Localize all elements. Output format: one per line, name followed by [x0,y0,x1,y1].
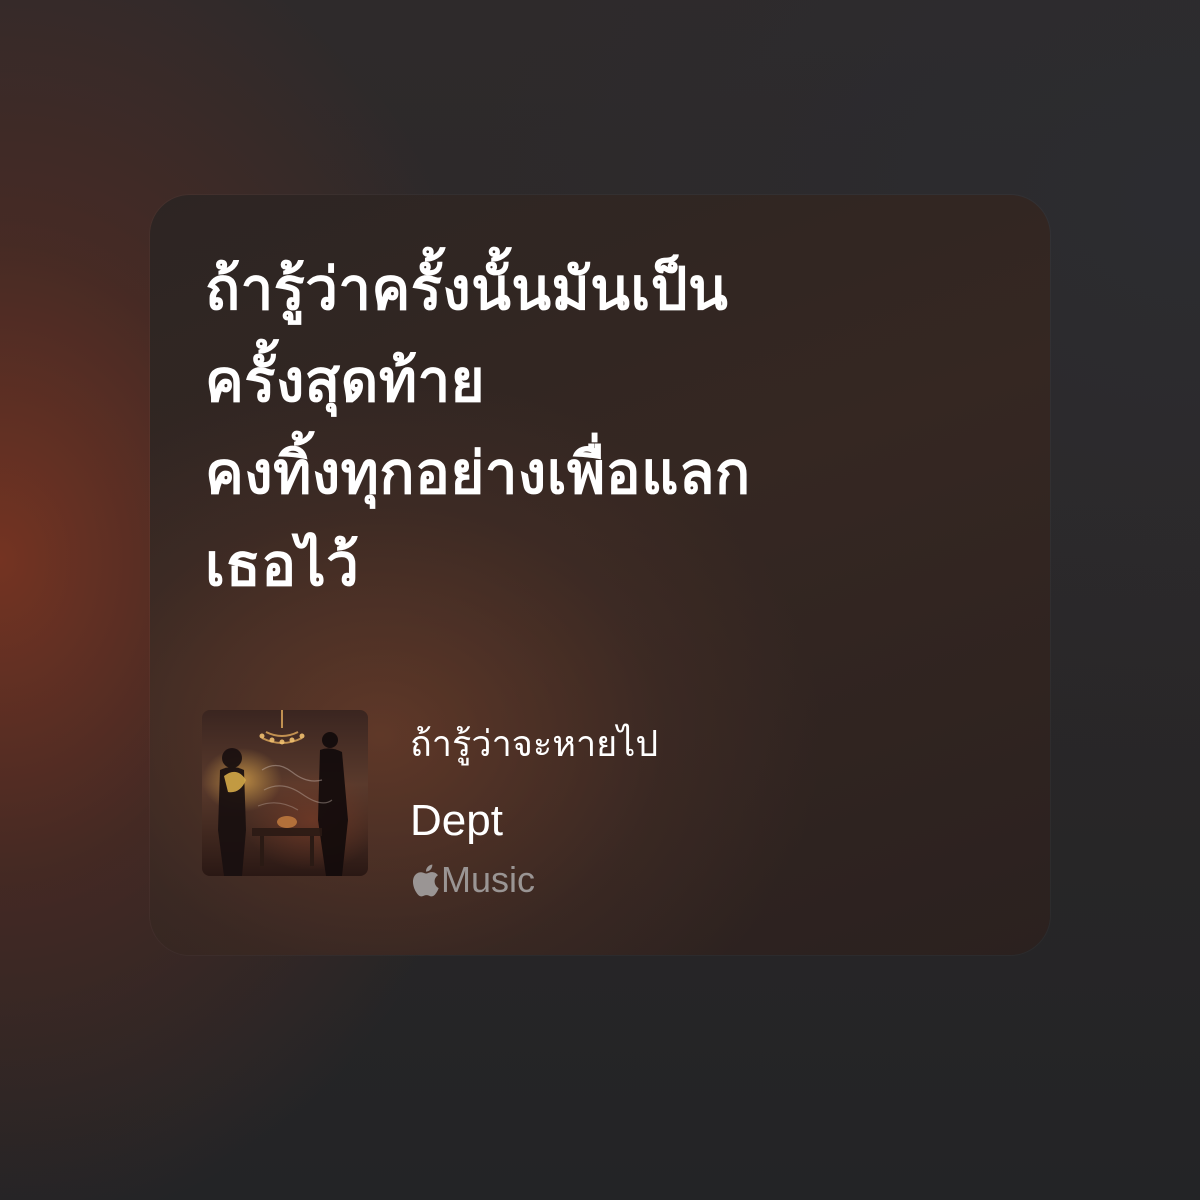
song-title: ถ้ารู้ว่าจะหายไป [410,724,659,765]
album-artwork-illustration [218,710,348,876]
lyric-line: ครั้งสุดท้าย [205,347,486,415]
service-label: Music [441,859,536,900]
lyric-line: ถ้ารู้ว่าครั้งนั้นมันเป็น [205,255,729,323]
song-artist: Dept [410,796,503,845]
song-info[interactable]: ถ้ารู้ว่าจะหายไป Dept Music [202,710,1002,900]
apple-music-badge[interactable]: Music [410,860,535,900]
apple-logo-icon [412,864,439,897]
lyrics-share-card: ถ้ารู้ว่าครั้งนั้นมันเป็น ครั้งสุดท้าย ค… [150,195,1050,955]
album-artwork[interactable] [202,710,368,876]
lyrics-block: ถ้ารู้ว่าครั้งนั้นมันเป็น ครั้งสุดท้าย ค… [205,243,1005,611]
lyric-line: เธอไว้ [205,531,360,599]
lyric-line: คงทิ้งทุกอย่างเพื่อแลก [205,439,751,507]
